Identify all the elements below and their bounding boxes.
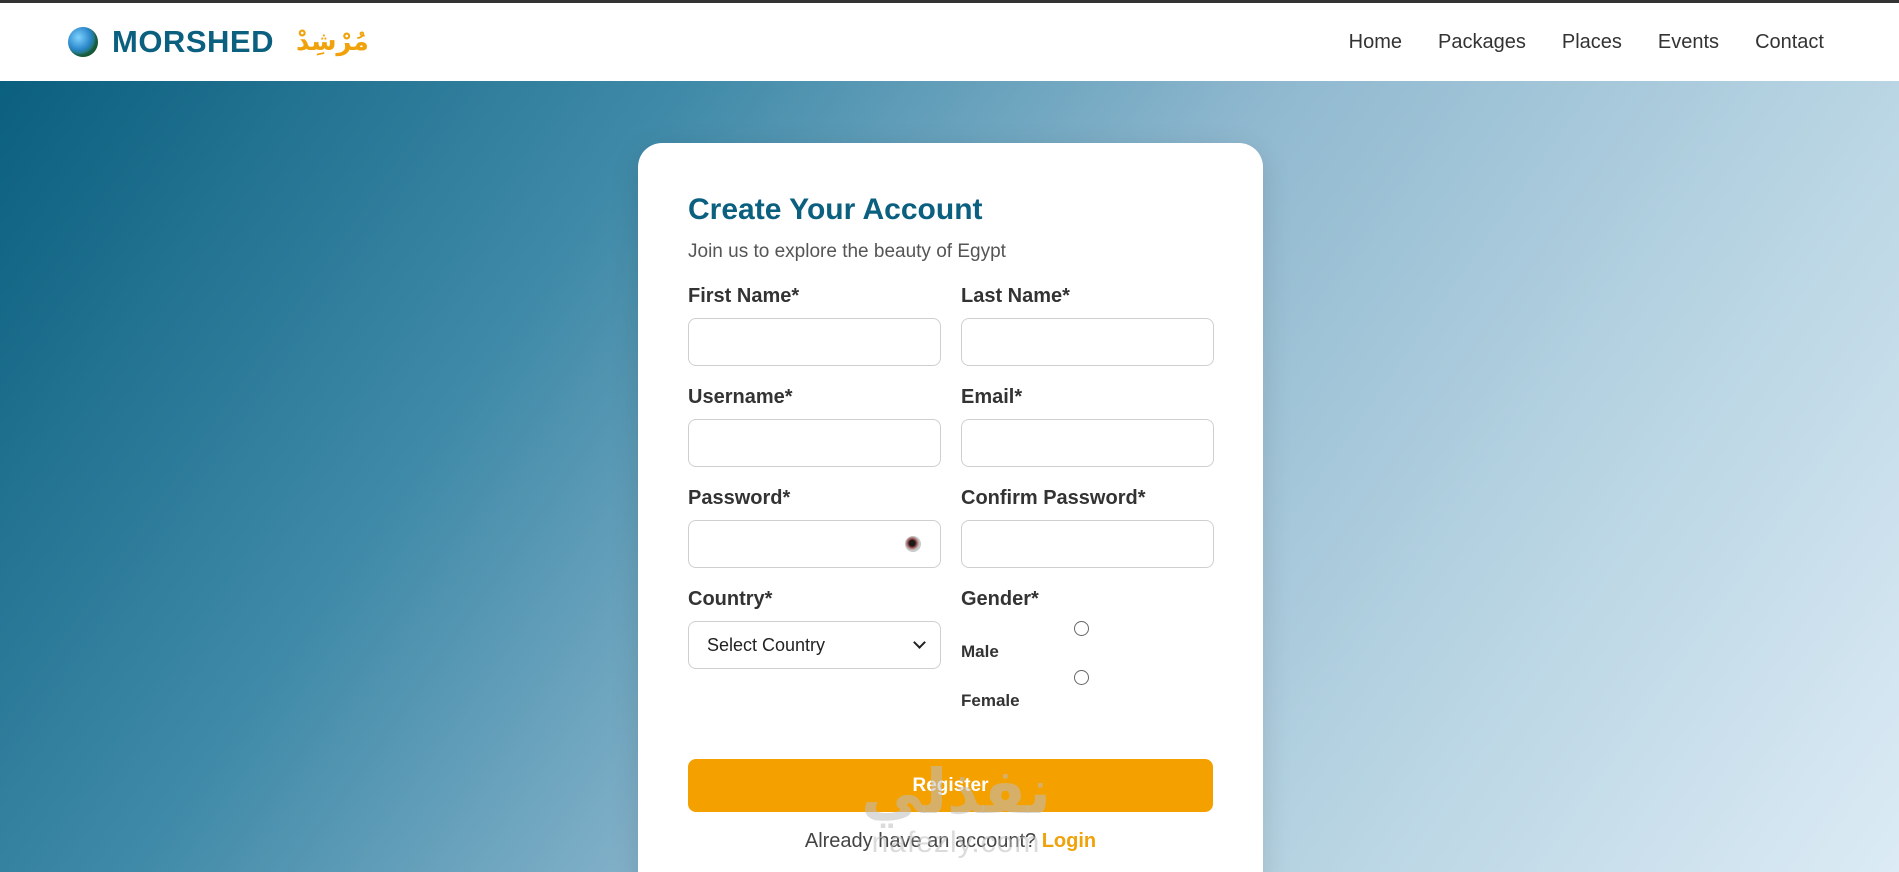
- eye-icon[interactable]: [905, 536, 921, 552]
- country-select-value: Select Country: [707, 634, 826, 655]
- password-label: Password*: [688, 487, 791, 509]
- login-prompt-row: Already have an account? Login: [688, 830, 1213, 853]
- gender-option-male: Male: [961, 621, 1214, 670]
- female-label: Female: [961, 691, 1020, 710]
- first-name-field: First Name*: [688, 285, 941, 366]
- globe-icon: [68, 27, 98, 57]
- last-name-label: Last Name*: [961, 285, 1070, 307]
- confirm-password-input[interactable]: [961, 520, 1214, 568]
- navbar: MORSHED مُرْشِدْ Home Packages Places Ev…: [0, 3, 1899, 81]
- brand-name: MORSHED: [112, 24, 274, 59]
- country-field: Country* Select Country: [688, 588, 941, 731]
- password-wrapper: [688, 520, 941, 568]
- gender-option-female: Female: [961, 670, 1214, 719]
- brand-logo[interactable]: MORSHED مُرْشِدْ: [68, 24, 369, 60]
- email-input[interactable]: [961, 419, 1214, 467]
- username-label: Username*: [688, 386, 793, 408]
- form-grid: First Name* Last Name* Username* Email* …: [688, 285, 1214, 751]
- female-radio[interactable]: [1074, 670, 1089, 685]
- gender-field: Gender* Male Female: [961, 588, 1214, 731]
- password-input[interactable]: [688, 520, 941, 568]
- register-button[interactable]: Register: [688, 759, 1213, 812]
- nav-link-home[interactable]: Home: [1349, 31, 1402, 54]
- chevron-down-icon: [913, 636, 926, 649]
- country-select[interactable]: Select Country: [688, 621, 941, 669]
- gender-label: Gender*: [961, 588, 1039, 610]
- login-link[interactable]: Login: [1042, 830, 1096, 852]
- form-title: Create Your Account: [688, 193, 983, 226]
- nav-link-contact[interactable]: Contact: [1755, 31, 1824, 54]
- confirm-password-field: Confirm Password*: [961, 487, 1214, 568]
- gender-options: Male Female: [961, 621, 1214, 731]
- nav-link-packages[interactable]: Packages: [1438, 31, 1526, 54]
- register-card: Create Your Account Join us to explore t…: [638, 143, 1263, 872]
- nav-link-events[interactable]: Events: [1658, 31, 1719, 54]
- hero-background: Create Your Account Join us to explore t…: [0, 81, 1899, 872]
- nav-menu: Home Packages Places Events Contact: [1349, 31, 1824, 54]
- country-label: Country*: [688, 588, 773, 610]
- brand-arabic-name: مُرْشِدْ: [295, 27, 369, 57]
- male-radio[interactable]: [1074, 621, 1089, 636]
- username-field: Username*: [688, 386, 941, 467]
- first-name-input[interactable]: [688, 318, 941, 366]
- email-field: Email*: [961, 386, 1214, 467]
- confirm-password-label: Confirm Password*: [961, 487, 1146, 509]
- password-field: Password*: [688, 487, 941, 568]
- username-input[interactable]: [688, 419, 941, 467]
- form-subtitle: Join us to explore the beauty of Egypt: [688, 241, 1006, 262]
- last-name-input[interactable]: [961, 318, 1214, 366]
- last-name-field: Last Name*: [961, 285, 1214, 366]
- login-prompt: Already have an account?: [804, 830, 1037, 852]
- first-name-label: First Name*: [688, 285, 800, 307]
- email-label: Email*: [961, 386, 1023, 408]
- nav-link-places[interactable]: Places: [1562, 31, 1622, 54]
- male-label: Male: [961, 642, 999, 661]
